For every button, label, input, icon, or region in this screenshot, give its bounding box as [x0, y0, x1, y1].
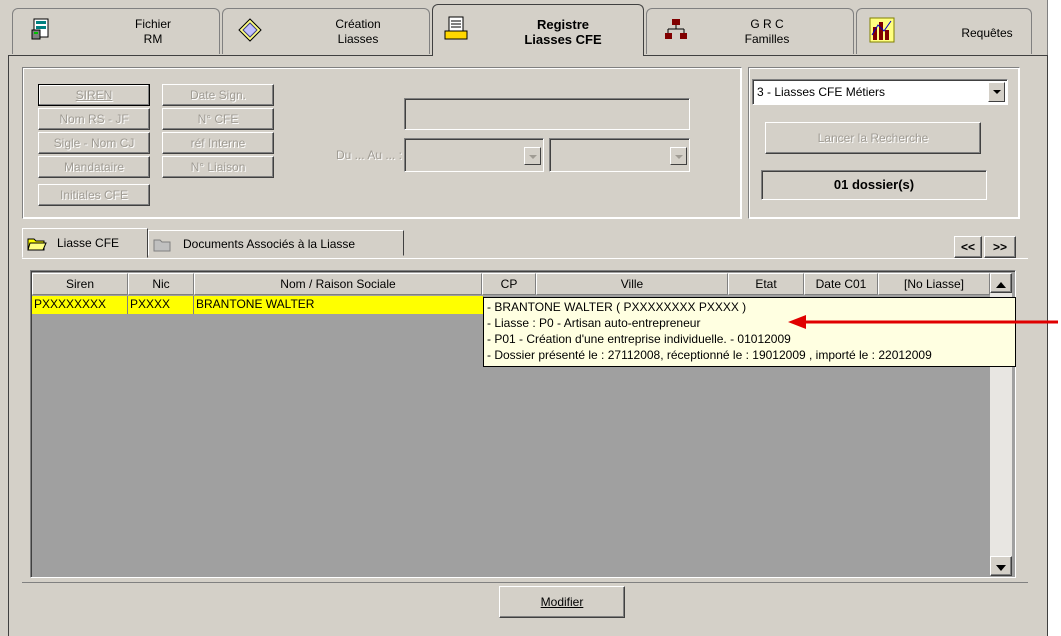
chevron-down-icon[interactable]	[988, 82, 1005, 102]
tab-label: Registre Liasses CFE	[524, 17, 602, 47]
tab-registre-liasses-cfe[interactable]: Registre Liasses CFE	[432, 4, 644, 56]
prev-record-button[interactable]: <<	[954, 236, 982, 258]
divider	[22, 582, 1028, 583]
grid-header-cp[interactable]: CP	[482, 273, 536, 295]
tooltip-line: - P01 - Création d'une entreprise indivi…	[487, 332, 791, 346]
grid-header-no-liasse[interactable]: [No Liasse]	[878, 273, 990, 295]
subtab-documents[interactable]: Documents Associés à la Liasse	[148, 230, 404, 256]
row-tooltip: - BRANTONE WALTER ( PXXXXXXXX PXXXX ) - …	[483, 297, 1016, 367]
mandataire-button[interactable]: Mandataire	[38, 156, 150, 178]
tab-grc-familles[interactable]: G R C Familles	[646, 8, 854, 54]
tab-label: G R C Familles	[744, 17, 790, 46]
subtab-liasse-cfe[interactable]: Liasse CFE	[22, 228, 148, 258]
sigle-button[interactable]: Sigle - Nom CJ	[38, 132, 150, 154]
chevron-down-icon[interactable]	[524, 147, 541, 165]
tab-fichier-rm[interactable]: Fichier RM	[12, 8, 220, 54]
open-folder-icon	[27, 238, 47, 251]
org-chart-icon	[665, 19, 687, 39]
database-icon	[31, 18, 49, 40]
cell-nom[interactable]: BRANTONE WALTER	[194, 296, 484, 314]
cell-nic[interactable]: PXXXX	[128, 296, 194, 314]
query-select-value: 3 - Liasses CFE Métiers	[757, 85, 886, 99]
initiales-cfe-button[interactable]: Initiales CFE	[38, 184, 150, 206]
tab-label: Requêtes	[961, 26, 1013, 40]
grid-header-date-c01[interactable]: Date C01	[804, 273, 878, 295]
date-to-combo[interactable]	[549, 138, 690, 172]
grid-header-siren[interactable]: Siren	[32, 273, 128, 295]
cell-siren[interactable]: PXXXXXXXX	[32, 296, 128, 314]
ref-interne-button[interactable]: réf Interne	[162, 132, 274, 154]
no-cfe-button[interactable]: N° CFE	[162, 108, 274, 130]
arrow-down-icon	[996, 565, 1006, 571]
modify-label: Modifier	[540, 595, 584, 609]
siren-button[interactable]: SIREN	[38, 84, 150, 106]
modify-button[interactable]: Modifier	[499, 586, 625, 618]
grid-header-ville[interactable]: Ville	[536, 273, 728, 295]
scroll-up-button[interactable]	[990, 273, 1012, 293]
tab-creation-liasses[interactable]: Création Liasses	[222, 8, 430, 54]
subtab-label: Liasse CFE	[57, 236, 120, 250]
nom-rs-button[interactable]: Nom RS - JF	[38, 108, 150, 130]
launch-search-button[interactable]: Lancer la Recherche	[765, 122, 981, 154]
date-range-label: Du ... Au ... :	[335, 148, 402, 162]
query-select[interactable]: 3 - Liasses CFE Métiers	[752, 79, 1008, 105]
tooltip-line: - Dossier présenté le : 27112008, récept…	[487, 348, 932, 362]
grid-header-nic[interactable]: Nic	[128, 273, 194, 295]
result-count: 01 dossier(s)	[761, 170, 987, 200]
register-icon	[444, 16, 468, 40]
arrow-up-icon	[996, 282, 1006, 288]
grid-header-nom[interactable]: Nom / Raison Sociale	[194, 273, 482, 295]
annotation-arrow-icon	[788, 315, 1058, 329]
subtab-label: Documents Associés à la Liasse	[183, 237, 356, 251]
tab-label: Création Liasses	[335, 17, 381, 46]
folder-icon	[153, 239, 171, 252]
diamond-folder-icon	[238, 18, 262, 42]
scroll-down-button[interactable]	[990, 556, 1012, 576]
tab-label: Fichier RM	[134, 17, 171, 46]
tab-requetes[interactable]: Requêtes	[856, 8, 1032, 54]
launch-search-label: Lancer la Recherche	[817, 131, 929, 145]
bar-chart-icon	[869, 17, 895, 43]
chevron-down-icon[interactable]	[670, 147, 687, 165]
grid-header-etat[interactable]: Etat	[728, 273, 804, 295]
siren-label: SIREN	[75, 88, 113, 102]
date-from-combo[interactable]	[404, 138, 544, 172]
search-value-field[interactable]	[404, 98, 690, 130]
no-liaison-button[interactable]: N° Liaison	[162, 156, 274, 178]
next-record-button[interactable]: >>	[984, 236, 1016, 258]
date-sign-button[interactable]: Date Sign.	[162, 84, 274, 106]
